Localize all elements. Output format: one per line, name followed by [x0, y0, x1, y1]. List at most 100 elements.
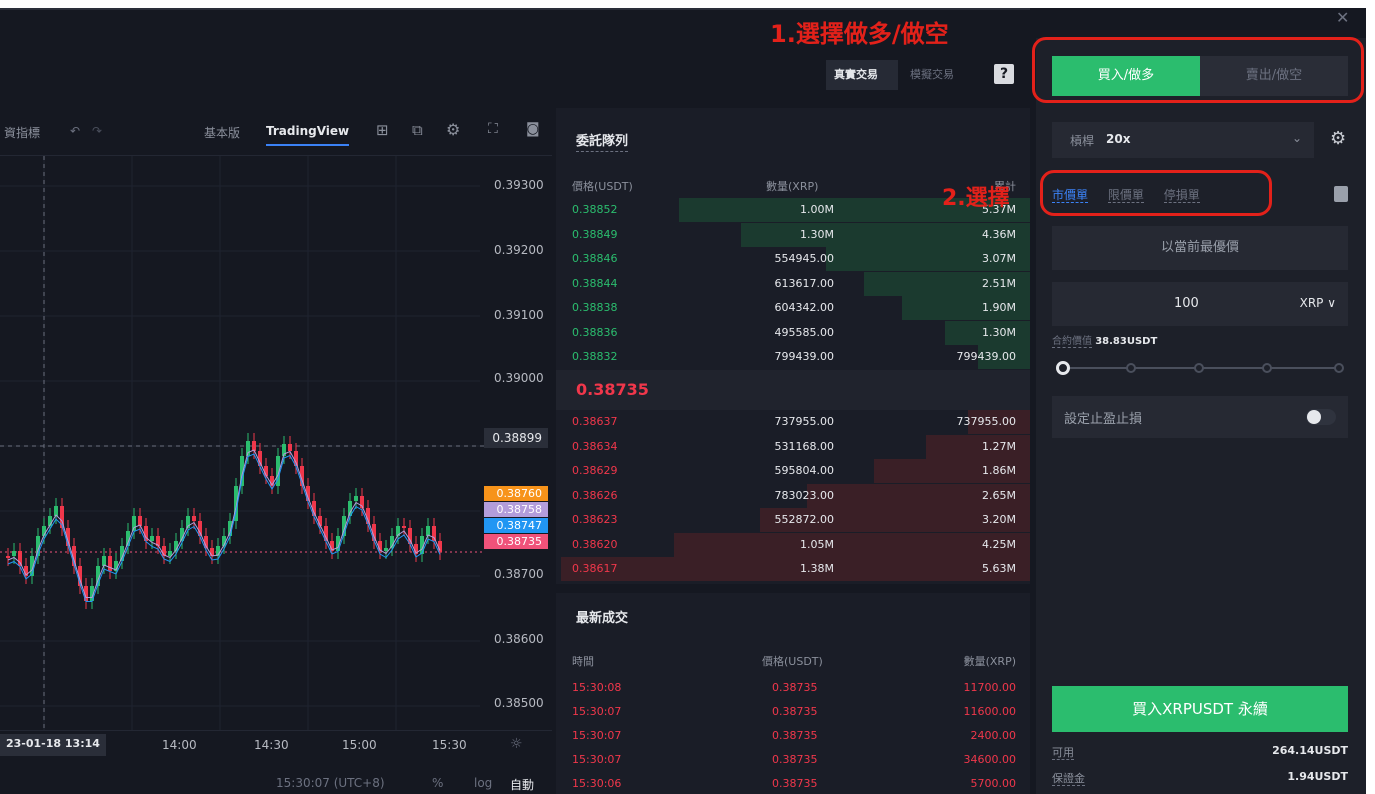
- depth-bar: [674, 532, 1030, 557]
- clock-readout: 15:30:07 (UTC+8): [276, 776, 385, 790]
- slider-step[interactable]: [1194, 363, 1204, 373]
- ask-row[interactable]: 0.38836 495585.00 1.30M: [556, 320, 1030, 345]
- ask-total: 1.90M: [982, 301, 1016, 314]
- submit-buy-button[interactable]: 買入XRPUSDT 永續: [1052, 686, 1348, 732]
- annotation-box-direction: [1032, 37, 1364, 103]
- ask-row[interactable]: 0.38838 604342.00 1.90M: [556, 296, 1030, 320]
- axis-settings-icon[interactable]: ☼: [510, 736, 523, 752]
- ask-row[interactable]: 0.38846 554945.00 3.07M: [556, 247, 1030, 271]
- ma-price-tag: 0.38747: [484, 518, 548, 533]
- trade-row: 15:30:08 0.38735 11700.00: [556, 677, 1030, 701]
- slider-step[interactable]: [1334, 363, 1344, 373]
- price-chart[interactable]: 0.39300 0.39200 0.39100 0.39000 0.38899 …: [0, 156, 552, 794]
- bid-total: 3.20M: [982, 513, 1016, 526]
- demo-trade-tab[interactable]: 模擬交易: [902, 60, 974, 90]
- bid-price: 0.38623: [572, 513, 618, 526]
- candle-body: [384, 548, 388, 551]
- bid-qty: 552872.00: [774, 513, 835, 526]
- candle-body: [402, 526, 406, 528]
- x-tick: 15:30: [432, 738, 467, 752]
- bid-total: 1.27M: [982, 439, 1016, 453]
- y-tick: 0.39100: [494, 308, 544, 322]
- leverage-select[interactable]: 槓桿 20x ⌄: [1052, 122, 1314, 158]
- auto-scale-toggle[interactable]: 自動: [510, 776, 534, 793]
- ma-price-tag: 0.38760: [484, 486, 548, 501]
- quantity-input[interactable]: 100 XRP ∨: [1052, 282, 1348, 326]
- y-tick: 0.39000: [494, 371, 544, 385]
- ask-qty: 604342.00: [774, 301, 835, 314]
- y-tick: 0.38500: [494, 696, 544, 710]
- redo-icon[interactable]: ↷: [92, 124, 102, 138]
- layout-icon[interactable]: ⊞: [376, 121, 389, 139]
- trade-price: 0.38735: [772, 753, 818, 766]
- recent-trades-title: 最新成交: [576, 611, 629, 626]
- col-price-header: 價格(USDT): [762, 655, 823, 668]
- margin-label: 保證金: [1052, 772, 1085, 786]
- tp-sl-toggle[interactable]: [1306, 409, 1336, 425]
- ask-total: 2.51M: [982, 276, 1016, 290]
- settings-icon[interactable]: ⚙: [446, 120, 460, 139]
- bid-row[interactable]: 0.38629 595804.00 1.86M: [556, 459, 1030, 483]
- col-price-header: 價格(USDT): [572, 180, 633, 193]
- ask-row[interactable]: 0.38844 613617.00 2.51M: [556, 271, 1030, 296]
- camera-icon[interactable]: ◙: [526, 121, 540, 137]
- bid-row[interactable]: 0.38626 783023.00 2.65M: [556, 483, 1030, 508]
- real-trade-tab[interactable]: 真實交易: [826, 60, 898, 90]
- trade-row: 15:30:06 0.38735 5700.00: [556, 773, 1030, 794]
- crosshair-time-label: 23-01-18 13:14: [0, 734, 106, 756]
- calculator-icon[interactable]: [1334, 186, 1348, 202]
- trading-app: 真實交易 模擬交易 ? 資指標 ↶ ↷ 基本版 TradingView ⊞ ⧉ …: [0, 8, 1366, 794]
- trade-price: 0.38735: [772, 729, 818, 742]
- bid-row[interactable]: 0.38620 1.05M 4.25M: [556, 532, 1030, 557]
- candle-body: [18, 551, 22, 566]
- amount-slider[interactable]: [1056, 358, 1346, 378]
- candle-body: [12, 551, 16, 556]
- candle-body: [288, 444, 292, 451]
- indicator-button[interactable]: 資指標: [4, 124, 40, 141]
- log-scale-toggle[interactable]: log: [474, 776, 492, 790]
- best-price-field[interactable]: 以當前最優價: [1052, 226, 1348, 270]
- candle-body: [150, 536, 154, 541]
- trade-row: 15:30:07 0.38735 11600.00: [556, 701, 1030, 725]
- ask-total: 3.07M: [982, 252, 1016, 265]
- tradingview-tab[interactable]: TradingView: [266, 124, 350, 146]
- unit-select[interactable]: XRP ∨: [1300, 296, 1336, 310]
- bid-total: 1.86M: [982, 464, 1016, 477]
- ask-row[interactable]: 0.38832 799439.00 799439.00: [556, 345, 1030, 369]
- close-icon[interactable]: ✕: [1336, 8, 1349, 27]
- percent-scale-toggle[interactable]: %: [432, 776, 443, 790]
- candlestick-plot[interactable]: [0, 156, 552, 794]
- slider-handle[interactable]: [1056, 361, 1070, 375]
- bid-row[interactable]: 0.38617 1.38M 5.63M: [556, 557, 1030, 581]
- annotation-step2: 2.選擇: [942, 186, 1010, 211]
- export-icon[interactable]: ⧉: [412, 121, 423, 139]
- trade-qty: 11600.00: [963, 705, 1017, 718]
- trade-time: 15:30:08: [572, 681, 622, 694]
- ask-qty: 554945.00: [774, 252, 835, 265]
- ask-price: 0.38836: [572, 325, 618, 339]
- ask-price: 0.38832: [572, 350, 618, 363]
- fullscreen-icon[interactable]: ⛶: [488, 121, 498, 137]
- tp-sl-row: 設定止盈止損: [1052, 396, 1348, 438]
- ask-qty: 613617.00: [774, 276, 835, 290]
- ask-row[interactable]: 0.38849 1.30M 4.36M: [556, 222, 1030, 247]
- col-qty-header: 數量(XRP): [963, 655, 1016, 668]
- ask-qty: 799439.00: [774, 350, 835, 363]
- trade-qty: 11700.00: [963, 681, 1017, 694]
- moving-average-line: [7, 449, 441, 598]
- help-icon[interactable]: ?: [994, 64, 1014, 84]
- contract-value: 38.83USDT: [1095, 336, 1158, 347]
- candle-body: [210, 548, 214, 556]
- basic-view-tab[interactable]: 基本版: [204, 124, 240, 141]
- bid-qty: 531168.00: [774, 439, 835, 453]
- undo-icon[interactable]: ↶: [70, 124, 80, 138]
- gear-icon[interactable]: ⚙: [1330, 128, 1346, 149]
- bid-row[interactable]: 0.38623 552872.00 3.20M: [556, 508, 1030, 532]
- slider-step[interactable]: [1262, 363, 1272, 373]
- contract-value-label: 合約價值: [1052, 336, 1092, 348]
- slider-step[interactable]: [1126, 363, 1136, 373]
- bid-row[interactable]: 0.38634 531168.00 1.27M: [556, 434, 1030, 459]
- bid-total: 737955.00: [956, 415, 1017, 428]
- bid-row[interactable]: 0.38637 737955.00 737955.00: [556, 410, 1030, 434]
- bid-total: 4.25M: [982, 537, 1016, 551]
